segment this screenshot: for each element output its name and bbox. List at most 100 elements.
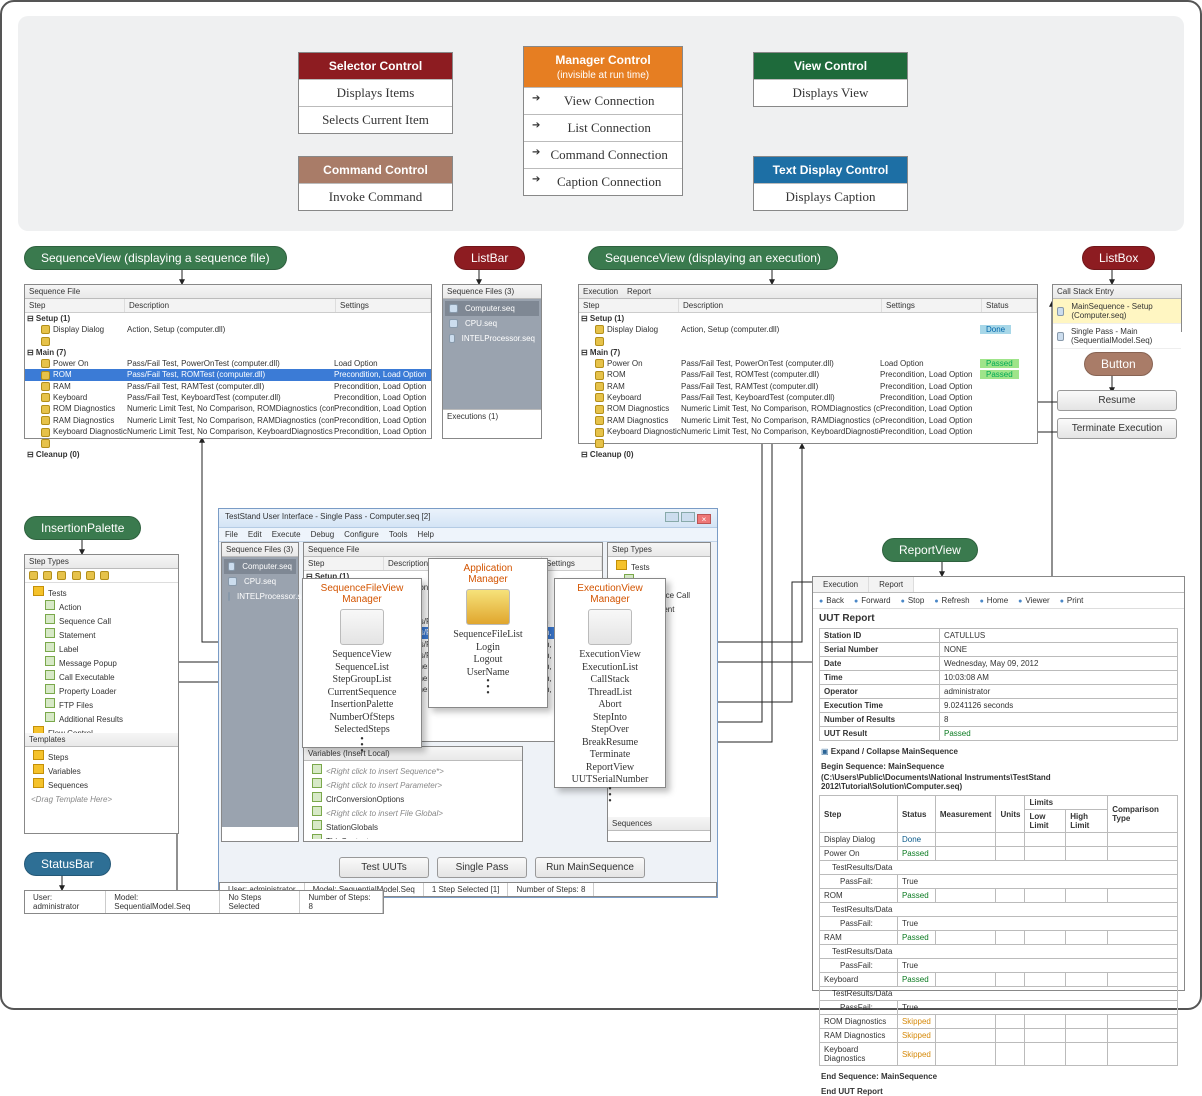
tree-item[interactable]: Message Popup (27, 655, 176, 669)
list-item[interactable]: MainSequence - Setup (Computer.seq) (1053, 299, 1181, 324)
tree-folder[interactable]: Steps (27, 749, 176, 763)
listbar-panel[interactable]: Sequence Files (3) Computer.seqCPU.seqIN… (442, 284, 542, 439)
list-item[interactable]: Computer.seq (224, 559, 296, 574)
table-row[interactable] (579, 438, 1037, 449)
tree-folder[interactable]: Flow Control (27, 725, 176, 733)
palette-icon[interactable] (86, 571, 95, 580)
table-row[interactable]: Display DialogAction, Setup (computer.dl… (25, 324, 431, 335)
tree-item[interactable]: Label (27, 641, 176, 655)
seqfile-rows[interactable]: ⊟ Setup (1)Display DialogAction, Setup (… (25, 313, 431, 460)
table-row[interactable]: RAM DiagnosticsNumeric Limit Test, No Co… (25, 415, 431, 426)
palette-icon[interactable] (57, 571, 66, 580)
tree-item[interactable]: Property Loader (27, 683, 176, 697)
group-header[interactable]: ⊟ Main (7) (25, 347, 431, 358)
toolbar-forward[interactable]: Forward (854, 596, 891, 605)
table-row[interactable]: Keyboard DiagnosticsNumeric Limit Test, … (579, 426, 1037, 437)
sequenceview-file-panel[interactable]: Sequence File Step Description Settings … (24, 284, 432, 439)
list-item[interactable]: INTELProcessor.seq (445, 331, 539, 346)
tree-folder[interactable]: Tests (27, 585, 176, 599)
group-header[interactable]: ⊟ Main (7) (579, 347, 1037, 358)
tree-item[interactable]: Action (27, 599, 176, 613)
local-item[interactable]: StationGlobals (306, 819, 520, 833)
menubar[interactable]: FileEditExecuteDebugConfigureToolsHelp (219, 528, 717, 542)
run-mainseq-button[interactable]: Run MainSequence (535, 857, 645, 878)
palette-toolbar-icons[interactable] (25, 569, 178, 583)
palette-icon[interactable] (100, 571, 109, 580)
tree-folder[interactable]: Variables (27, 763, 176, 777)
local-item[interactable]: <Right click to insert Parameter> (306, 777, 520, 791)
toolbar-home[interactable]: Home (980, 596, 1009, 605)
toolbar-back[interactable]: Back (819, 596, 844, 605)
ui-seqfile-tab[interactable]: Sequence File (304, 543, 602, 557)
table-row[interactable]: ROM DiagnosticsNumeric Limit Test, No Co… (579, 403, 1037, 414)
table-row[interactable]: Display DialogAction, Setup (computer.dl… (579, 324, 1037, 335)
palette-icon[interactable] (29, 571, 38, 580)
menu-help[interactable]: Help (418, 530, 434, 539)
tree-folder[interactable]: Sequences (27, 777, 176, 791)
ui-run-buttons[interactable]: Test UUTs Single Pass Run MainSequence (339, 857, 645, 878)
report-tabs[interactable]: Execution Report (813, 577, 1184, 593)
tree-item[interactable]: Sequence Call (27, 613, 176, 627)
table-row[interactable] (25, 335, 431, 346)
local-item[interactable]: ThisContext (306, 833, 520, 839)
table-row[interactable] (25, 438, 431, 449)
toolbar-refresh[interactable]: Refresh (934, 596, 969, 605)
window-titlebar[interactable]: TestStand User Interface - Single Pass -… (219, 509, 717, 528)
sequenceview-exec-panel[interactable]: Execution Report Step Description Settin… (578, 284, 1038, 444)
seqexec-tabs[interactable]: Execution Report (579, 285, 1037, 299)
templates-tree[interactable]: StepsVariablesSequences (25, 747, 178, 793)
tree-folder[interactable]: Tests (610, 559, 708, 573)
toolbar-print[interactable]: Print (1060, 596, 1084, 605)
close-icon[interactable]: × (697, 514, 711, 524)
insertion-palette-panel[interactable]: Step Types TestsActionSequence CallState… (24, 554, 179, 834)
listbox-panel[interactable]: Call Stack Entry MainSequence - Setup (C… (1052, 284, 1182, 332)
menu-execute[interactable]: Execute (272, 530, 301, 539)
tab-report[interactable]: Report (627, 287, 651, 296)
group-header[interactable]: ⊟ Cleanup (0) (579, 449, 1037, 460)
tree-item[interactable]: FTP Files (27, 697, 176, 711)
table-row[interactable]: RAM DiagnosticsNumeric Limit Test, No Co… (579, 415, 1037, 426)
tab-execution[interactable]: Execution (583, 287, 618, 296)
table-row[interactable]: ROM DiagnosticsNumeric Limit Test, No Co… (25, 403, 431, 414)
list-item[interactable]: Computer.seq (445, 301, 539, 316)
local-item[interactable]: <Right click to insert Sequence*> (306, 763, 520, 777)
table-row[interactable]: RAMPass/Fail Test, RAMTest (computer.dll… (25, 381, 431, 392)
insertion-tree[interactable]: TestsActionSequence CallStatementLabelMe… (25, 583, 178, 733)
local-item[interactable]: ClrConversionOptions (306, 791, 520, 805)
reportview-panel[interactable]: Execution Report Back Forward Stop Refresh H… (812, 576, 1185, 991)
expand-text[interactable]: Expand / Collapse MainSequence (831, 747, 958, 756)
list-item[interactable]: INTELProcessor.seq (224, 589, 296, 604)
menu-file[interactable]: File (225, 530, 238, 539)
palette-icon[interactable] (72, 571, 81, 580)
menu-tools[interactable]: Tools (389, 530, 408, 539)
ui-locals-tree[interactable]: <Right click to insert Sequence*><Right … (304, 761, 522, 839)
list-item[interactable]: CPU.seq (445, 316, 539, 331)
group-header[interactable]: ⊟ Setup (1) (25, 313, 431, 324)
palette-icon[interactable] (43, 571, 52, 580)
test-uuts-button[interactable]: Test UUTs (339, 857, 429, 878)
ui-seqfiles-items[interactable]: Computer.seqCPU.seqINTELProcessor.seq (222, 557, 298, 827)
seqexec-rows[interactable]: ⊟ Setup (1)Display DialogAction, Setup (… (579, 313, 1037, 460)
listbar-items[interactable]: Computer.seqCPU.seqINTELProcessor.seq (443, 299, 541, 409)
tree-item[interactable]: Additional Results (27, 711, 176, 725)
tree-item[interactable]: Call Executable (27, 669, 176, 683)
resume-button[interactable]: Resume (1057, 390, 1177, 411)
table-row[interactable]: KeyboardPass/Fail Test, KeyboardTest (co… (25, 392, 431, 403)
list-item[interactable]: CPU.seq (224, 574, 296, 589)
list-item[interactable]: Single Pass - Main (SequentialModel.Seq) (1053, 324, 1181, 349)
seqfile-tab[interactable]: Sequence File (25, 285, 431, 299)
table-row[interactable]: Power OnPass/Fail Test, PowerOnTest (com… (25, 358, 431, 369)
toolbar-stop[interactable]: Stop (901, 596, 925, 605)
menu-edit[interactable]: Edit (248, 530, 262, 539)
tab-report-r[interactable]: Report (869, 577, 914, 592)
min-icon[interactable] (665, 512, 679, 522)
listbox-items[interactable]: MainSequence - Setup (Computer.seq)Singl… (1053, 299, 1181, 349)
table-row[interactable]: ROMPass/Fail Test, ROMTest (computer.dll… (579, 369, 1037, 380)
local-item[interactable]: <Right click to insert File Global> (306, 805, 520, 819)
toolbar-viewer[interactable]: Viewer (1018, 596, 1050, 605)
table-row[interactable] (579, 335, 1037, 346)
single-pass-button[interactable]: Single Pass (437, 857, 527, 878)
window-buttons[interactable]: × (665, 512, 711, 524)
group-header[interactable]: ⊟ Setup (1) (579, 313, 1037, 324)
table-row[interactable]: KeyboardPass/Fail Test, KeyboardTest (co… (579, 392, 1037, 403)
